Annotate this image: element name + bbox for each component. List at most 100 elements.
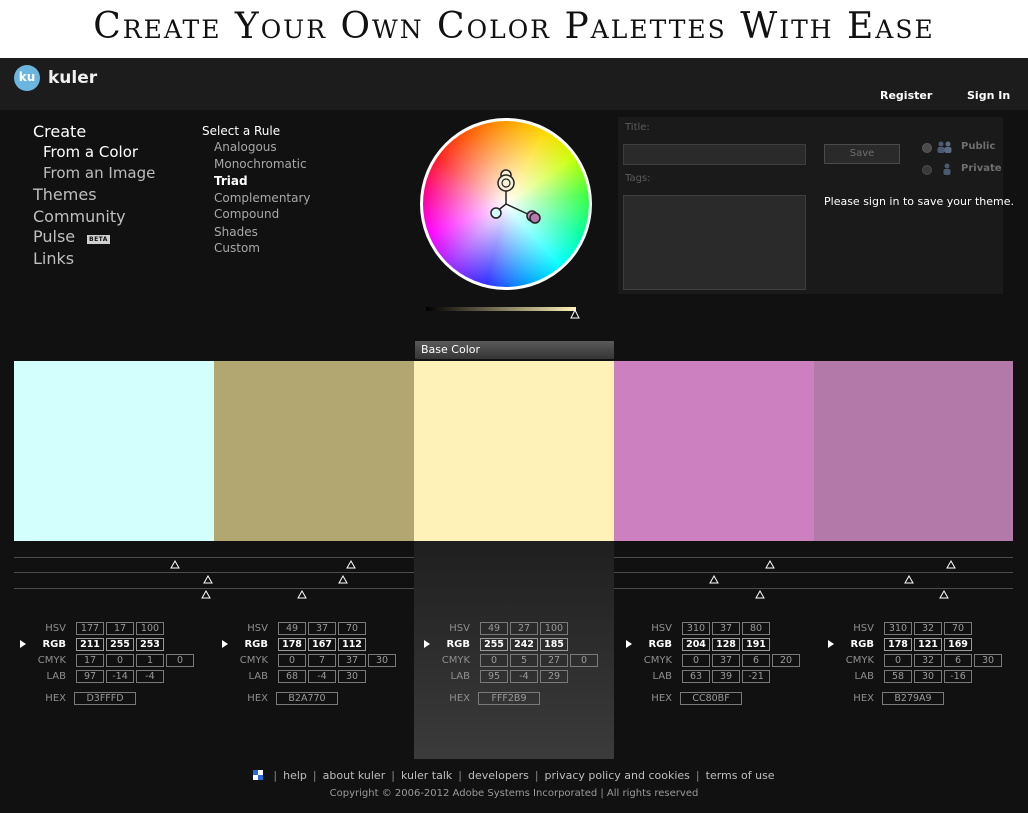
cmyk-value-field[interactable]: 0 bbox=[682, 654, 710, 667]
hex-value-field[interactable]: CC80BF bbox=[680, 692, 742, 705]
nav-links[interactable]: Links bbox=[33, 249, 74, 268]
hex-value-field[interactable]: B2A770 bbox=[276, 692, 338, 705]
cmyk-value-field[interactable]: 5 bbox=[510, 654, 538, 667]
nav-community[interactable]: Community bbox=[33, 207, 126, 226]
rgb-value-field[interactable]: 242 bbox=[510, 638, 538, 651]
register-link[interactable]: Register bbox=[880, 89, 932, 102]
lab-value-field[interactable]: 63 bbox=[682, 670, 710, 683]
rgb-value-field[interactable]: 185 bbox=[540, 638, 568, 651]
rgb-value-field[interactable]: 178 bbox=[884, 638, 912, 651]
rule-complementary[interactable]: Complementary bbox=[214, 191, 311, 205]
nav-from-an-image[interactable]: From an Image bbox=[43, 164, 155, 182]
cmyk-value-field[interactable]: 0 bbox=[480, 654, 508, 667]
brightness-handle[interactable] bbox=[570, 308, 580, 319]
cmyk-value-field[interactable]: 6 bbox=[742, 654, 770, 667]
rgb-value-field[interactable]: 255 bbox=[480, 638, 508, 651]
title-input[interactable] bbox=[623, 144, 806, 165]
cmyk-value-field[interactable]: 37 bbox=[338, 654, 366, 667]
rgb-value-field[interactable]: 178 bbox=[278, 638, 306, 651]
cmyk-value-field[interactable]: 0 bbox=[884, 654, 912, 667]
color-swatch[interactable] bbox=[14, 361, 214, 541]
footer-link-help[interactable]: help bbox=[283, 769, 307, 782]
lab-value-field[interactable]: -14 bbox=[106, 670, 134, 683]
rgb-value-field[interactable]: 112 bbox=[338, 638, 366, 651]
cmyk-value-field[interactable]: 1 bbox=[136, 654, 164, 667]
hsv-value-field[interactable]: 310 bbox=[682, 622, 710, 635]
hsv-value-field[interactable]: 310 bbox=[884, 622, 912, 635]
lab-value-field[interactable]: 97 bbox=[76, 670, 104, 683]
lab-value-field[interactable]: 95 bbox=[480, 670, 508, 683]
hsv-value-field[interactable]: 49 bbox=[278, 622, 306, 635]
cmyk-value-field[interactable]: 7 bbox=[308, 654, 336, 667]
hex-value-field[interactable]: B279A9 bbox=[882, 692, 944, 705]
nav-pulse[interactable]: Pulse bbox=[33, 227, 75, 246]
brightness-slider[interactable] bbox=[426, 306, 584, 320]
cmyk-value-field[interactable]: 0 bbox=[278, 654, 306, 667]
cmyk-value-field[interactable]: 30 bbox=[368, 654, 396, 667]
wheel-handle[interactable] bbox=[529, 212, 541, 224]
rule-triad[interactable]: Triad bbox=[214, 174, 248, 188]
footer-link-developers[interactable]: developers bbox=[468, 769, 529, 782]
lab-value-field[interactable]: 68 bbox=[278, 670, 306, 683]
cmyk-value-field[interactable]: 0 bbox=[166, 654, 194, 667]
rgb-value-field[interactable]: 211 bbox=[76, 638, 104, 651]
kuler-logo-icon[interactable]: ku bbox=[14, 65, 40, 91]
lab-value-field[interactable]: 30 bbox=[914, 670, 942, 683]
footer-link-privacy[interactable]: privacy policy and cookies bbox=[545, 769, 690, 782]
sign-in-link[interactable]: Sign In bbox=[967, 89, 1010, 102]
color-swatch[interactable] bbox=[214, 361, 414, 541]
nav-themes[interactable]: Themes bbox=[33, 185, 97, 204]
rule-shades[interactable]: Shades bbox=[214, 225, 258, 239]
save-button[interactable]: Save bbox=[824, 144, 900, 164]
private-radio[interactable] bbox=[922, 165, 932, 175]
hsv-value-field[interactable]: 37 bbox=[308, 622, 336, 635]
hex-value-field[interactable]: D3FFFD bbox=[74, 692, 136, 705]
color-swatch[interactable] bbox=[614, 361, 814, 541]
hsv-value-field[interactable]: 17 bbox=[106, 622, 134, 635]
cmyk-value-field[interactable]: 27 bbox=[540, 654, 568, 667]
hsv-value-field[interactable]: 100 bbox=[136, 622, 164, 635]
lab-value-field[interactable]: -4 bbox=[510, 670, 538, 683]
hsv-value-field[interactable]: 80 bbox=[742, 622, 770, 635]
hsv-value-field[interactable]: 37 bbox=[712, 622, 740, 635]
hsv-value-field[interactable]: 27 bbox=[510, 622, 538, 635]
rgb-value-field[interactable]: 167 bbox=[308, 638, 336, 651]
rule-compound[interactable]: Compound bbox=[214, 207, 279, 221]
nav-from-a-color[interactable]: From a Color bbox=[43, 143, 138, 161]
color-swatch[interactable] bbox=[814, 361, 1013, 541]
rgb-value-field[interactable]: 128 bbox=[712, 638, 740, 651]
cmyk-value-field[interactable]: 0 bbox=[106, 654, 134, 667]
adobe-logo-icon[interactable] bbox=[253, 770, 264, 780]
footer-link-terms[interactable]: terms of use bbox=[706, 769, 775, 782]
rule-analogous[interactable]: Analogous bbox=[214, 140, 277, 154]
cmyk-value-field[interactable]: 30 bbox=[974, 654, 1002, 667]
hsv-value-field[interactable]: 100 bbox=[540, 622, 568, 635]
rule-custom[interactable]: Custom bbox=[214, 241, 260, 255]
tags-input[interactable] bbox=[623, 195, 806, 290]
cmyk-value-field[interactable]: 0 bbox=[570, 654, 598, 667]
hsv-value-field[interactable]: 32 bbox=[914, 622, 942, 635]
lab-value-field[interactable]: -16 bbox=[944, 670, 972, 683]
lab-value-field[interactable]: 39 bbox=[712, 670, 740, 683]
app-name[interactable]: kuler bbox=[48, 68, 97, 88]
cmyk-value-field[interactable]: 6 bbox=[944, 654, 972, 667]
lab-value-field[interactable]: 30 bbox=[338, 670, 366, 683]
wheel-handle[interactable] bbox=[490, 207, 502, 219]
rgb-value-field[interactable]: 255 bbox=[106, 638, 134, 651]
lab-value-field[interactable]: 29 bbox=[540, 670, 568, 683]
rgb-value-field[interactable]: 253 bbox=[136, 638, 164, 651]
rgb-value-field[interactable]: 121 bbox=[914, 638, 942, 651]
color-swatch-base[interactable] bbox=[414, 361, 614, 541]
hsv-value-field[interactable]: 70 bbox=[944, 622, 972, 635]
color-wheel[interactable] bbox=[418, 116, 594, 292]
rgb-value-field[interactable]: 191 bbox=[742, 638, 770, 651]
cmyk-value-field[interactable]: 37 bbox=[712, 654, 740, 667]
cmyk-value-field[interactable]: 20 bbox=[772, 654, 800, 667]
footer-link-about[interactable]: about kuler bbox=[323, 769, 386, 782]
cmyk-value-field[interactable]: 17 bbox=[76, 654, 104, 667]
rgb-value-field[interactable]: 169 bbox=[944, 638, 972, 651]
rgb-value-field[interactable]: 204 bbox=[682, 638, 710, 651]
public-radio[interactable] bbox=[922, 143, 932, 153]
lab-value-field[interactable]: -4 bbox=[136, 670, 164, 683]
footer-link-kuler-talk[interactable]: kuler talk bbox=[401, 769, 452, 782]
